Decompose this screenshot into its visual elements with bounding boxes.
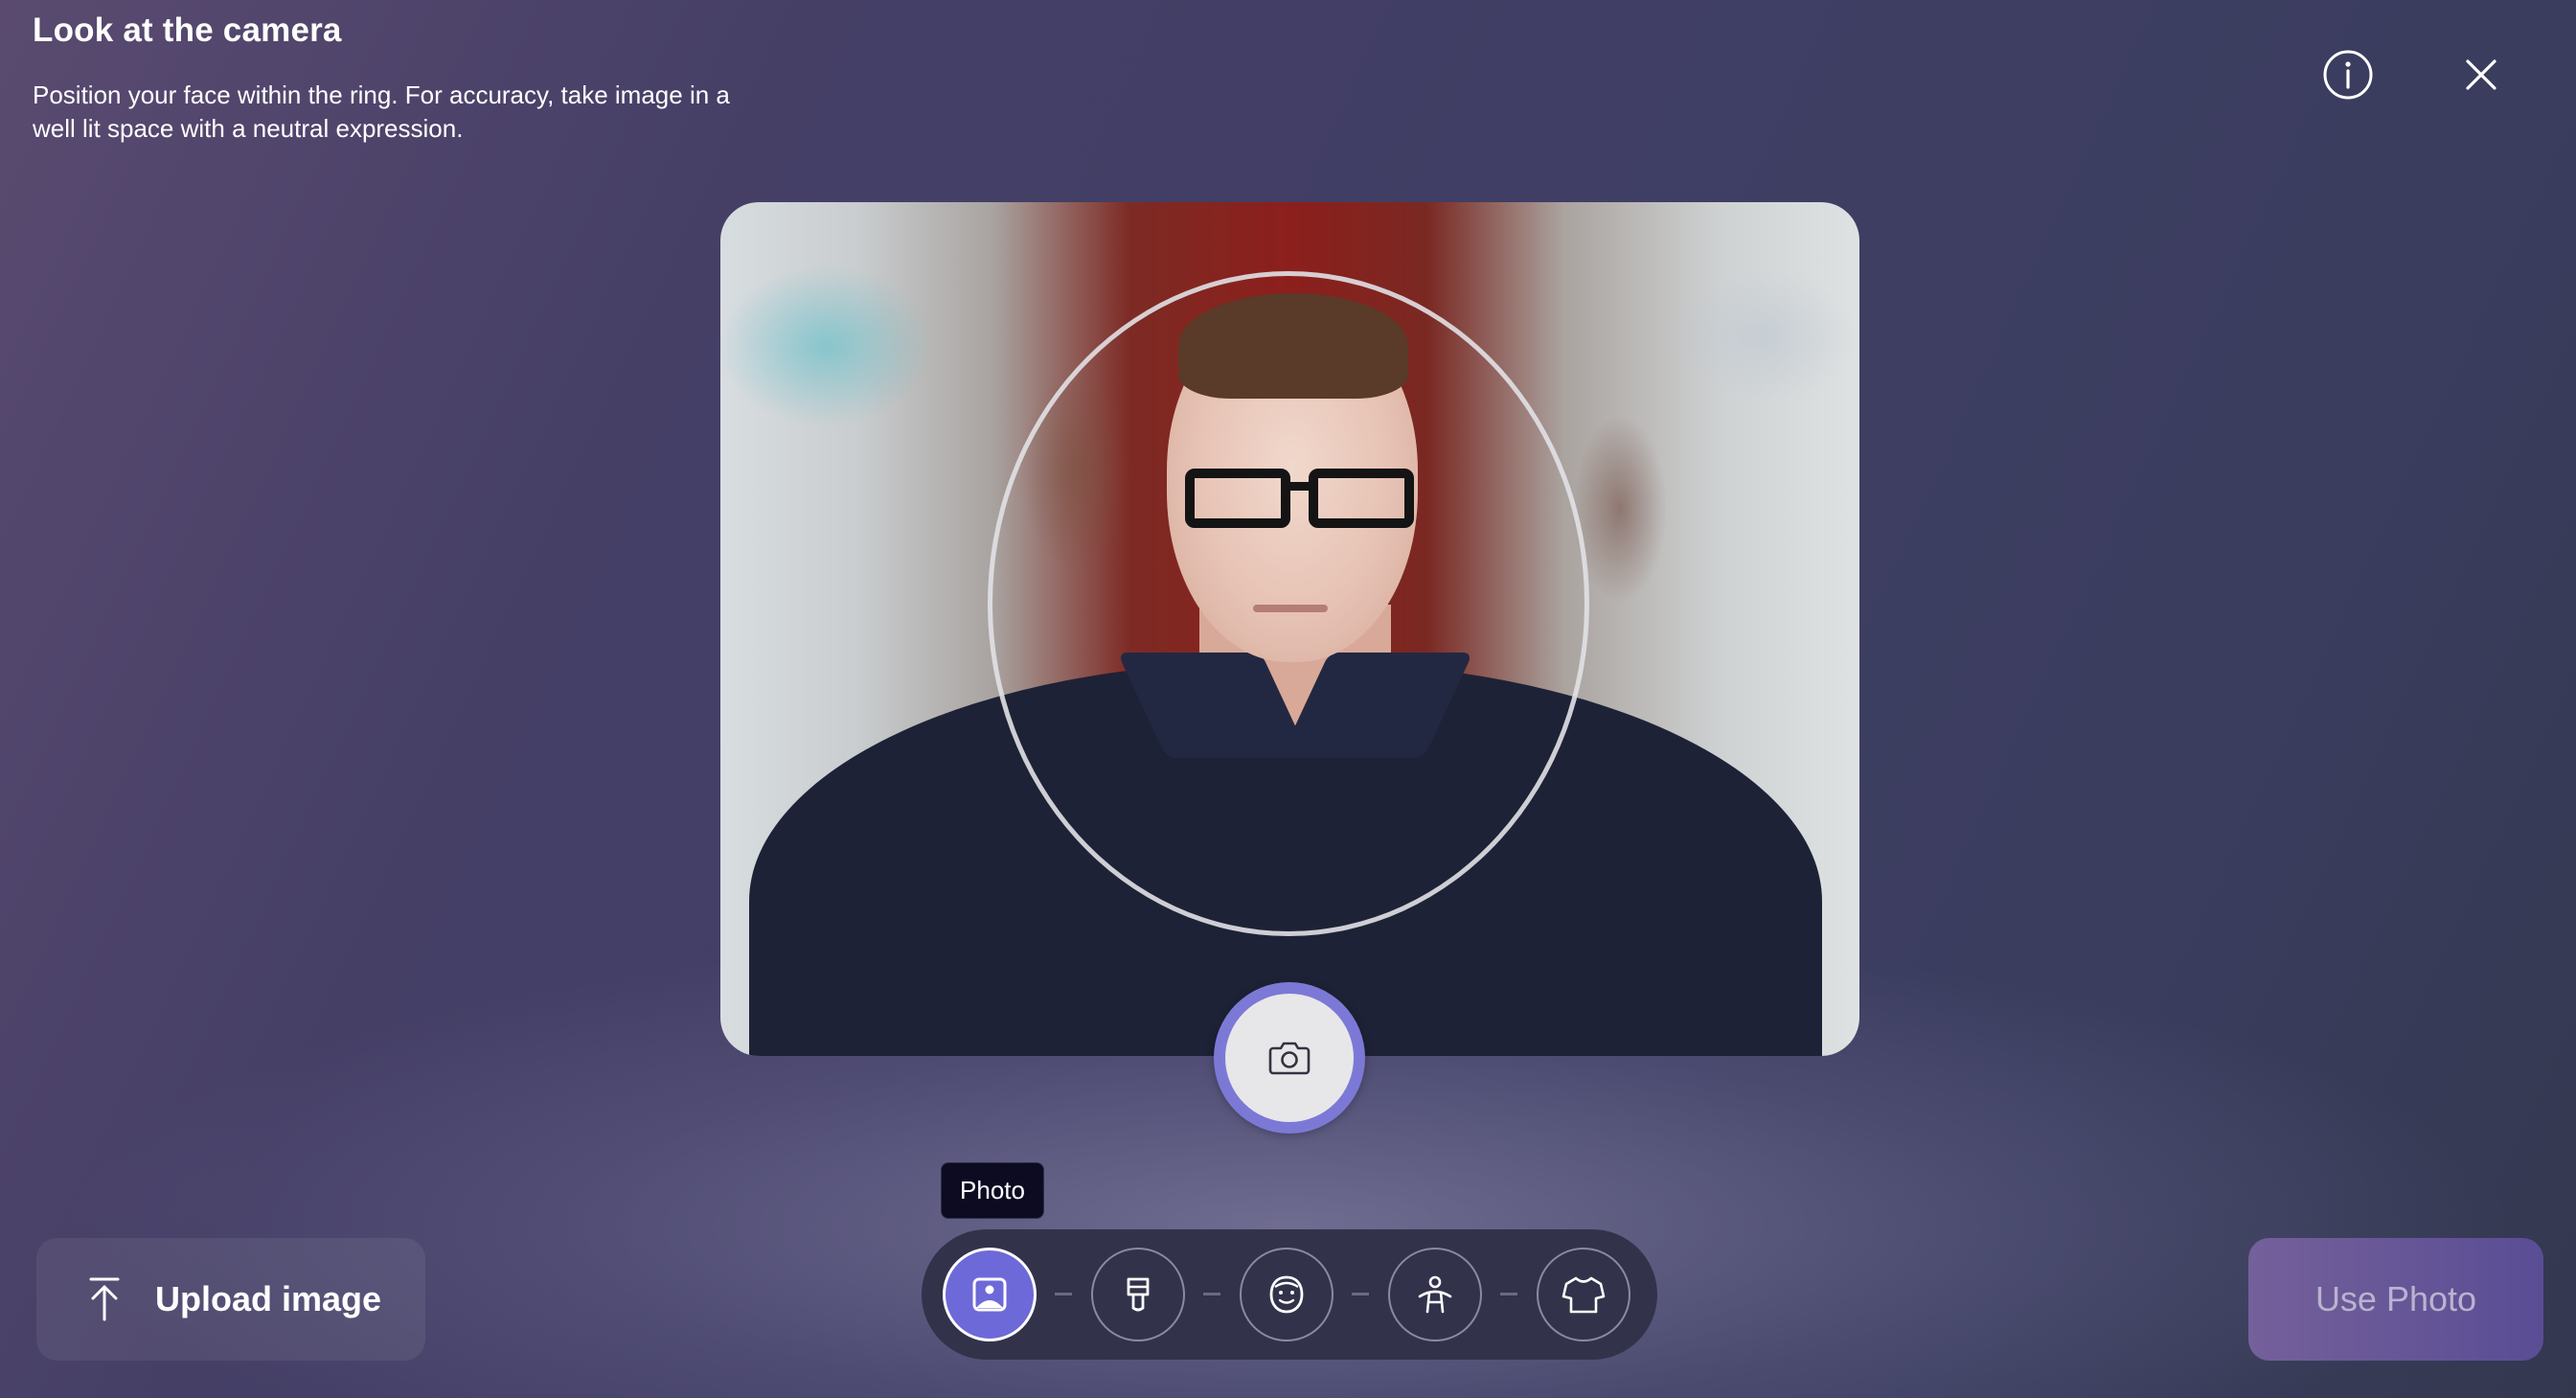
use-photo-button[interactable]: Use Photo <box>2248 1238 2543 1361</box>
camera-preview <box>720 202 1859 1056</box>
close-button[interactable] <box>2452 46 2510 103</box>
step-tooltip: Photo <box>941 1162 1044 1219</box>
camera-icon <box>1268 1042 1311 1075</box>
step-nails[interactable] <box>1091 1248 1185 1341</box>
shirt-icon <box>1562 1276 1606 1314</box>
page-title: Look at the camera <box>33 11 342 49</box>
info-button[interactable] <box>2319 46 2377 103</box>
nail-polish-icon <box>1127 1277 1150 1312</box>
photo-icon <box>972 1277 1007 1312</box>
step-face[interactable] <box>1240 1248 1334 1341</box>
body-icon <box>1418 1275 1452 1314</box>
upload-image-label: Upload image <box>155 1279 382 1318</box>
instructions-text: Position your face within the ring. For … <box>33 80 730 143</box>
face-guide-ring <box>988 271 1589 936</box>
step-photo[interactable] <box>943 1248 1037 1341</box>
face-icon <box>1269 1275 1304 1314</box>
steps-toolbar <box>922 1229 1657 1360</box>
step-body[interactable] <box>1388 1248 1482 1341</box>
info-icon <box>2323 50 2373 100</box>
step-clothing[interactable] <box>1537 1248 1630 1341</box>
upload-image-button[interactable]: Upload image <box>36 1238 425 1361</box>
capture-button[interactable] <box>1214 982 1365 1134</box>
close-icon <box>2466 59 2496 90</box>
upload-arrow-icon <box>89 1277 120 1321</box>
